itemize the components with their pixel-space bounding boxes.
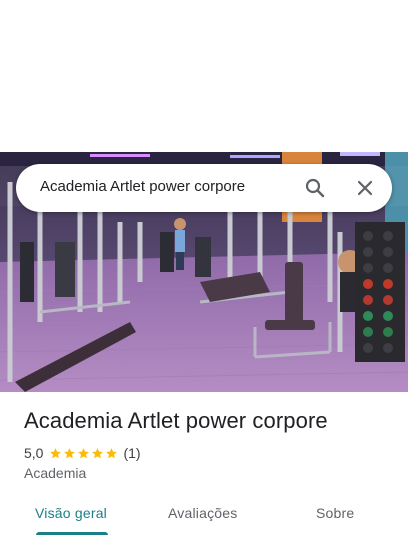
active-tab-indicator [36,532,108,535]
star-icon [50,447,62,458]
rating-value: 5,0 [24,445,44,461]
star-rating [49,447,118,460]
search-input[interactable]: Academia Artlet power corpore [40,178,245,195]
search-bar[interactable]: Academia Artlet power corpore [16,164,392,212]
tab-reviews[interactable]: Avaliações [168,505,237,521]
star-icon [106,447,118,458]
place-tabs: Visão geral Avaliações Sobre [0,496,408,544]
star-icon [92,447,104,458]
rating-row[interactable]: 5,0 (1) [24,444,141,462]
tab-overview[interactable]: Visão geral [35,505,107,521]
map-blank-area [0,0,408,152]
close-icon[interactable] [353,176,377,200]
review-count[interactable]: (1) [123,445,140,461]
place-category[interactable]: Academia [24,465,86,481]
tab-about[interactable]: Sobre [316,505,354,521]
search-icon[interactable] [303,176,327,200]
place-title: Academia Artlet power corpore [24,408,328,433]
star-icon [78,447,90,458]
star-icon [64,447,76,458]
